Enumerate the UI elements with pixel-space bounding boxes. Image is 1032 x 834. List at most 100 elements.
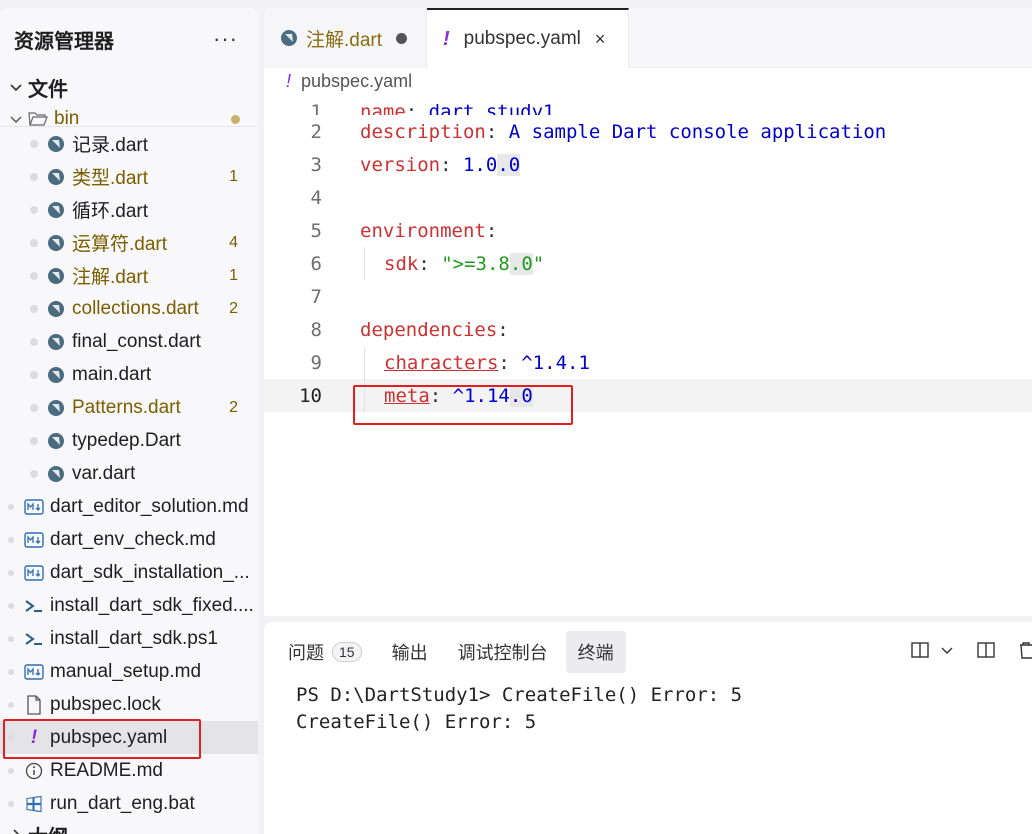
highlight-box-sidebar — [3, 719, 201, 759]
file-label: install_dart_sdk.ps1 — [50, 627, 218, 649]
section-files-label: 文件 — [28, 78, 68, 101]
tree-item-dart-file[interactable]: collections.dart 2 — [0, 292, 258, 325]
terminal-line: PS D:\DartStudy1> CreateFile() Error: 5 — [296, 684, 743, 706]
tree-item-file[interactable]: manual_setup.md — [0, 655, 258, 688]
tree-guide-dot — [30, 172, 38, 181]
line-text: description: A sample Dart console appli… — [360, 121, 886, 143]
line-number: 8 — [310, 318, 322, 341]
chevron-down-icon — [10, 84, 22, 92]
tab-terminal[interactable]: 终端 — [565, 631, 626, 673]
problem-count: 2 — [229, 398, 238, 416]
split-terminal-icon[interactable] — [910, 640, 930, 660]
dart-icon — [46, 431, 66, 451]
tree-item-file[interactable]: dart_sdk_installation_... — [0, 556, 258, 589]
yaml-key: description — [360, 120, 486, 143]
colon: : — [440, 153, 452, 176]
more-actions-icon[interactable]: ··· — [213, 26, 238, 52]
yaml-icon: ! — [443, 27, 450, 50]
file-label: final_const.dart — [72, 330, 201, 352]
line-text: characters: ^1.4.1 — [384, 352, 590, 374]
tree-item-dart-file[interactable]: 循环.dart — [0, 193, 258, 226]
tree-guide-dot — [30, 469, 38, 478]
indent-guide — [364, 247, 365, 280]
file-label: README.md — [50, 759, 163, 781]
close-tab-icon[interactable]: × — [595, 29, 606, 50]
indent-guide — [364, 346, 365, 379]
problem-count: 4 — [229, 233, 238, 251]
code-line: 6 sdk: ">=3.8.0" — [264, 247, 1032, 280]
explorer-header: 资源管理器 ··· — [0, 8, 258, 70]
tree-item-dart-file[interactable]: 注解.dart 1 — [0, 259, 258, 292]
tree-item-file[interactable]: pubspec.lock — [0, 688, 258, 721]
yaml-value: ^1.4.1 — [521, 351, 590, 374]
colon: : — [497, 318, 509, 341]
section-files[interactable]: 文件 — [0, 70, 258, 104]
colon: : — [405, 101, 418, 115]
tree-item-file[interactable]: run_dart_eng.bat — [0, 787, 258, 820]
chevron-right-icon — [13, 829, 20, 834]
dart-icon — [46, 134, 66, 154]
dart-icon — [280, 29, 298, 47]
tree-guide-dot — [8, 569, 14, 576]
file-label: main.dart — [72, 363, 152, 385]
dart-icon — [46, 332, 66, 352]
problems-count-badge: 15 — [332, 642, 362, 662]
markdown-icon — [24, 530, 44, 550]
tree-item-file[interactable]: install_dart_sdk.ps1 — [0, 622, 258, 655]
tab-output-label: 输出 — [391, 643, 428, 663]
file-label: 类型.dart — [72, 168, 149, 189]
tree-item-dart-file[interactable]: main.dart — [0, 358, 258, 391]
tree-item-file[interactable]: dart_env_check.md — [0, 523, 258, 556]
tab-terminal-label: 终端 — [577, 643, 614, 663]
line-text: dependencies: — [360, 319, 509, 341]
powershell-icon — [24, 596, 44, 616]
split-editor-icon[interactable] — [976, 640, 996, 660]
tree-guide-dot — [8, 668, 14, 675]
info-icon — [24, 761, 44, 781]
tab-pubspec-yaml[interactable]: ! pubspec.yaml × — [427, 8, 629, 68]
code-editor[interactable]: 1 name: dart_study1 2 description: A sam… — [264, 98, 1032, 412]
file-label: 循环.dart — [72, 201, 149, 222]
tree-item-dart-file[interactable]: Patterns.dart 2 — [0, 391, 258, 424]
file-tree: 记录.dart 类型.dart 1 循环.dart 运算符.dart 4 注解.dart 1 c… — [0, 126, 258, 820]
line-number: 7 — [310, 285, 322, 308]
tab-problems-label: 问题 — [288, 643, 324, 663]
breadcrumb: ! pubspec.yaml — [264, 68, 1032, 94]
tab-annotations-label: 注解.dart — [306, 29, 383, 51]
terminal-output[interactable]: PS D:\DartStudy1> CreateFile() Error: 5 … — [264, 682, 1032, 736]
tree-guide-dot — [30, 370, 38, 379]
problem-count: 1 — [229, 167, 238, 185]
tab-annotations-dart[interactable]: 注解.dart — [264, 8, 427, 68]
chevron-down-icon[interactable] — [940, 643, 954, 657]
dart-icon — [46, 233, 66, 253]
code-line: 9 characters: ^1.4.1 — [264, 346, 1032, 379]
tree-item-dart-file[interactable]: typedep.Dart — [0, 424, 258, 457]
explorer-title: 资源管理器 — [14, 30, 114, 53]
code-line: 3 version: 1.0.0 — [264, 148, 1032, 181]
breadcrumb-file[interactable]: pubspec.yaml — [301, 71, 412, 92]
dart-icon — [46, 266, 66, 286]
tree-item-file[interactable]: install_dart_sdk_fixed.... — [0, 589, 258, 622]
trash-icon[interactable] — [1018, 640, 1032, 660]
tree-item-dart-file[interactable]: 运算符.dart 4 — [0, 226, 258, 259]
tab-debug-console[interactable]: 调试控制台 — [446, 631, 560, 673]
tree-item-dart-file[interactable]: final_const.dart — [0, 325, 258, 358]
dart-icon — [46, 299, 66, 319]
tree-item-dart-file[interactable]: var.dart — [0, 457, 258, 490]
colon: : — [485, 120, 498, 143]
markdown-icon — [24, 497, 44, 517]
tab-output[interactable]: 输出 — [380, 631, 440, 673]
line-number: 2 — [310, 120, 322, 143]
tree-guide-dot — [8, 767, 14, 774]
section-outline[interactable]: 大纲 — [0, 820, 68, 834]
yaml-value: ">=3.8 — [441, 252, 510, 275]
tree-item-dart-file[interactable]: 记录.dart — [0, 127, 258, 160]
tree-item-file[interactable]: dart_editor_solution.md — [0, 490, 258, 523]
dart-icon — [46, 365, 66, 385]
tree-item-dart-file[interactable]: 类型.dart 1 — [0, 160, 258, 193]
line-number: 6 — [310, 252, 322, 275]
tree-guide-dot — [8, 635, 14, 642]
dart-icon — [46, 167, 66, 187]
file-label: dart_env_check.md — [50, 528, 216, 550]
tab-problems[interactable]: 问题 15 — [276, 631, 374, 673]
